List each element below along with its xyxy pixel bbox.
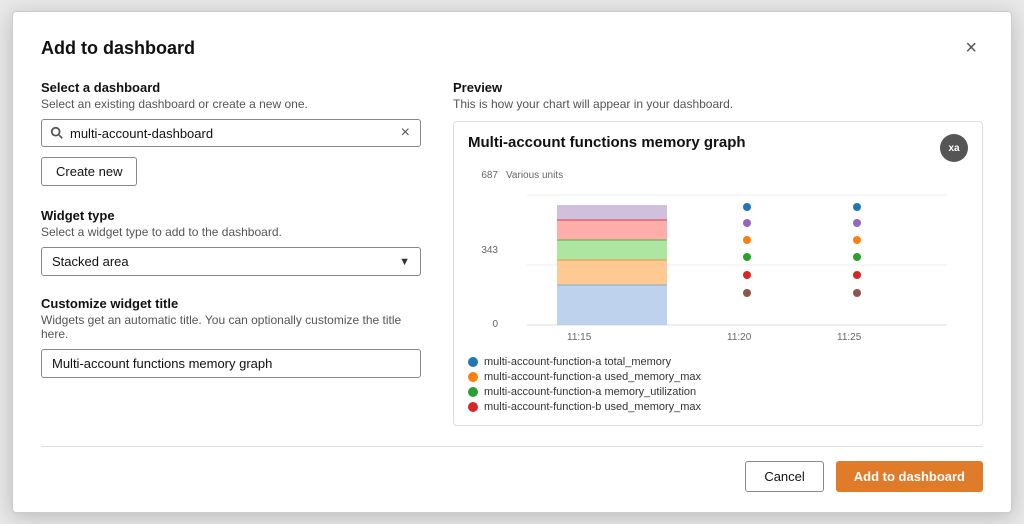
svg-text:11:15: 11:15 bbox=[567, 332, 592, 343]
units-label: Various units bbox=[506, 170, 968, 181]
widget-type-dropdown[interactable]: Stacked area ▼ bbox=[41, 247, 421, 276]
close-button[interactable]: × bbox=[959, 36, 983, 60]
dashboard-section-label: Select a dashboard bbox=[41, 80, 421, 95]
legend-dot-1 bbox=[468, 372, 478, 382]
y-label-mid: 343 bbox=[468, 245, 498, 256]
legend-label-2: multi-account-function-a memory_utilizat… bbox=[484, 386, 696, 398]
search-icon bbox=[50, 126, 64, 140]
preview-hint: This is how your chart will appear in yo… bbox=[453, 97, 983, 111]
modal-title: Add to dashboard bbox=[41, 38, 195, 59]
chart-area: 687 343 0 Various units bbox=[468, 170, 968, 348]
widget-type-hint: Select a widget type to add to the dashb… bbox=[41, 225, 421, 239]
cancel-button[interactable]: Cancel bbox=[745, 461, 823, 492]
dashboard-section-hint: Select an existing dashboard or create a… bbox=[41, 97, 421, 111]
customize-hint: Widgets get an automatic title. You can … bbox=[41, 313, 421, 341]
customize-section: Customize widget title Widgets get an au… bbox=[41, 296, 421, 378]
avatar: xa bbox=[940, 134, 968, 162]
left-panel: Select a dashboard Select an existing da… bbox=[41, 80, 421, 426]
modal-body: Select a dashboard Select an existing da… bbox=[41, 80, 983, 426]
modal-header: Add to dashboard × bbox=[41, 36, 983, 60]
add-to-dashboard-button[interactable]: Add to dashboard bbox=[836, 461, 983, 492]
customize-label: Customize widget title bbox=[41, 296, 421, 311]
dashboard-search-input[interactable] bbox=[70, 126, 399, 141]
preview-label: Preview bbox=[453, 80, 983, 95]
legend-dot-2 bbox=[468, 387, 478, 397]
right-panel: Preview This is how your chart will appe… bbox=[453, 80, 983, 426]
legend-item-3: multi-account-function-b used_memory_max bbox=[468, 401, 968, 413]
widget-type-label: Widget type bbox=[41, 208, 421, 223]
chevron-down-icon: ▼ bbox=[399, 256, 410, 268]
preview-card-header: Multi-account functions memory graph xa bbox=[468, 134, 968, 162]
legend-label-0: multi-account-function-a total_memory bbox=[484, 356, 671, 368]
legend-label-3: multi-account-function-b used_memory_max bbox=[484, 401, 701, 413]
modal: Add to dashboard × Select a dashboard Se… bbox=[12, 11, 1012, 513]
legend-area: multi-account-function-a total_memory mu… bbox=[468, 356, 968, 413]
legend-dot-0 bbox=[468, 357, 478, 367]
chart-svg: 11:15 11:20 11:25 bbox=[506, 185, 968, 348]
modal-footer: Cancel Add to dashboard bbox=[41, 446, 983, 492]
clear-search-button[interactable]: × bbox=[399, 125, 412, 141]
preview-card: Multi-account functions memory graph xa … bbox=[453, 121, 983, 426]
chart-main: Various units bbox=[506, 170, 968, 348]
y-label-bottom: 0 bbox=[468, 319, 498, 330]
chart-title: Multi-account functions memory graph bbox=[468, 134, 746, 151]
y-label-top: 687 bbox=[468, 170, 498, 181]
widget-type-value: Stacked area bbox=[52, 254, 399, 269]
legend-dot-3 bbox=[468, 402, 478, 412]
svg-text:11:20: 11:20 bbox=[727, 332, 752, 343]
svg-text:11:25: 11:25 bbox=[837, 332, 862, 343]
title-input[interactable] bbox=[41, 349, 421, 378]
legend-item-2: multi-account-function-a memory_utilizat… bbox=[468, 386, 968, 398]
widget-type-section: Widget type Select a widget type to add … bbox=[41, 208, 421, 276]
legend-label-1: multi-account-function-a used_memory_max bbox=[484, 371, 701, 383]
create-new-button[interactable]: Create new bbox=[41, 157, 137, 186]
y-axis: 687 343 0 bbox=[468, 170, 498, 348]
legend-item-1: multi-account-function-a used_memory_max bbox=[468, 371, 968, 383]
search-wrapper: × bbox=[41, 119, 421, 147]
legend-item-0: multi-account-function-a total_memory bbox=[468, 356, 968, 368]
